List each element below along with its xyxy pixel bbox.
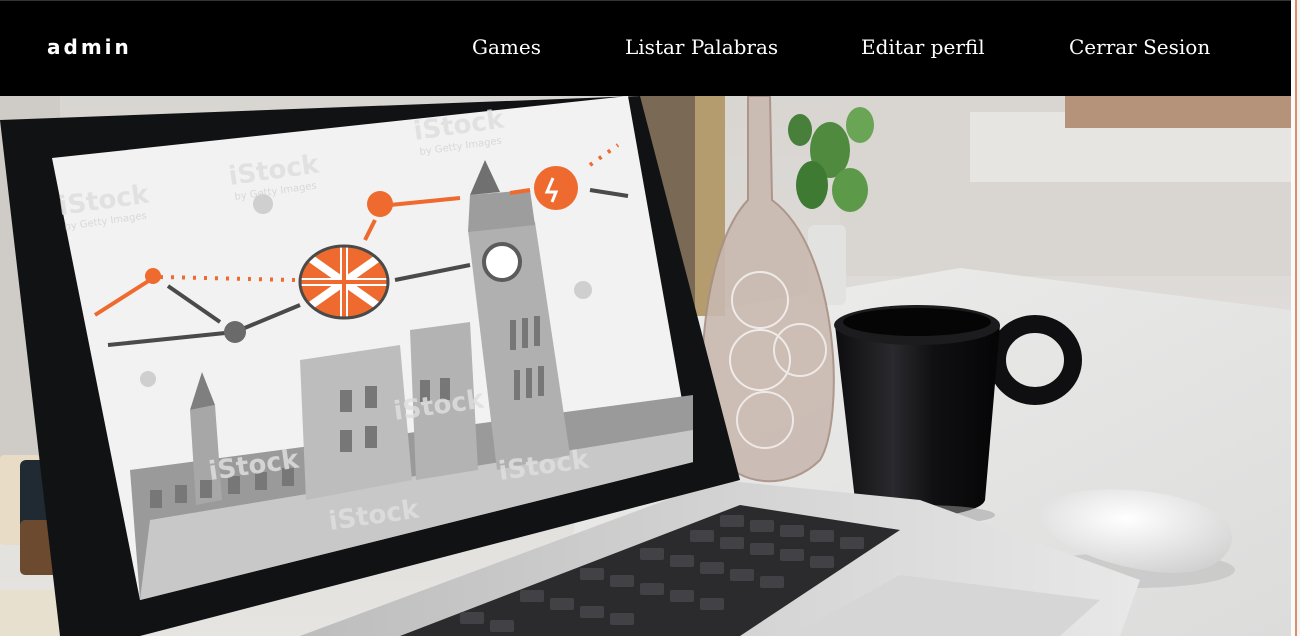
- page-scrollbar[interactable]: [1291, 0, 1300, 636]
- nav-link-cerrar-sesion[interactable]: Cerrar Sesion: [1069, 35, 1210, 59]
- nav-link-editar-perfil[interactable]: Editar perfil: [861, 35, 985, 59]
- brand-username[interactable]: admin: [47, 35, 132, 59]
- nav-link-listar-palabras[interactable]: Listar Palabras: [625, 35, 778, 59]
- uk-flag-globe: [298, 244, 390, 320]
- top-navbar: admin Games Listar Palabras Editar perfi…: [0, 0, 1291, 96]
- nav-link-games[interactable]: Games: [472, 35, 541, 59]
